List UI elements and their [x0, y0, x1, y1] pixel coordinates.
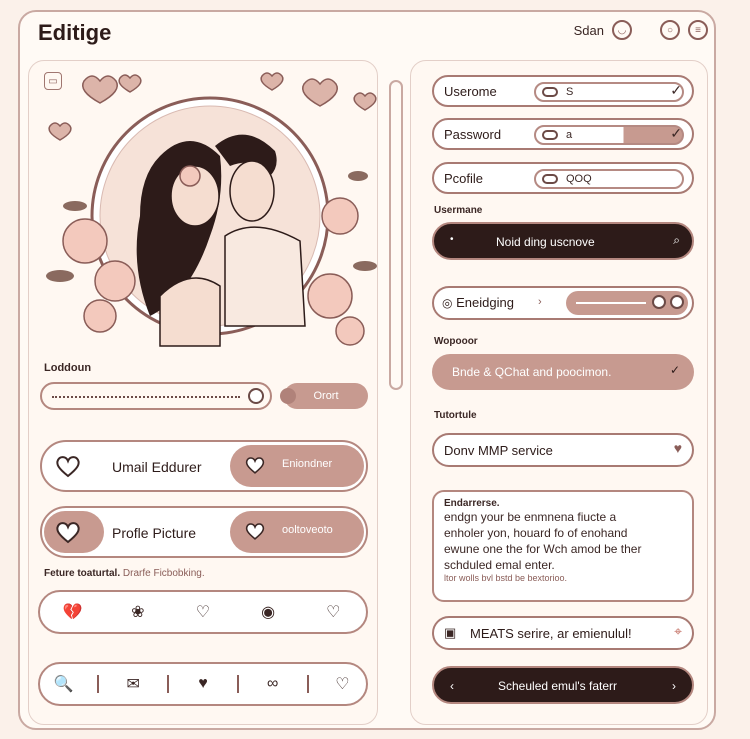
- couple-illustration: [46, 72, 377, 347]
- arrow-right-icon: ›: [672, 679, 676, 693]
- search-pill[interactable]: • Noid ding uscnove ⌕: [432, 222, 694, 260]
- profile-input[interactable]: QOQ: [534, 169, 684, 189]
- toggle-icon: [542, 174, 558, 184]
- service-field[interactable]: Donv MMP service ♥: [432, 433, 694, 467]
- heart-outline-icon[interactable]: ♡: [329, 671, 355, 697]
- link-icon[interactable]: ∞: [260, 671, 286, 697]
- section-tutorial: Tutortule: [434, 410, 477, 421]
- password-field[interactable]: Password a ✓: [432, 118, 694, 150]
- chat-search-icon[interactable]: 🔍: [50, 671, 76, 697]
- eye-icon[interactable]: ◉: [255, 599, 281, 625]
- flower-icon[interactable]: ❀: [125, 599, 151, 625]
- chat-pill[interactable]: Bnde & QChat and poocimon. ✓: [432, 354, 694, 390]
- meats-field[interactable]: ▣ MEATS serire, ar emienulul! ⌖: [432, 616, 694, 650]
- toggle-knob[interactable]: [652, 295, 666, 309]
- email-row[interactable]: Umail Eddurer Eniondner: [40, 440, 368, 492]
- profile-row[interactable]: Profle Picture ooltoveoto: [40, 506, 368, 558]
- titlebar-controls: Sdan ◡ ○ ≡: [574, 20, 708, 40]
- feature-icon-row: 💔 ❀ ♡ ◉ ♡: [38, 590, 368, 634]
- section-usermane: Usermane: [434, 205, 483, 216]
- toggle-row[interactable]: ◎ Eneidging ›: [432, 286, 694, 320]
- password-input[interactable]: a: [534, 125, 684, 145]
- email-row-label: Umail Eddurer: [112, 459, 202, 475]
- toggle-icon: [542, 130, 558, 140]
- heart-icon: [245, 457, 265, 474]
- heart-icon[interactable]: ♥: [190, 671, 216, 697]
- section-label-loddoun: Loddoun: [44, 362, 92, 374]
- heart-icon: [245, 523, 265, 540]
- window-title: Editige: [38, 20, 112, 45]
- toggle-icon: [542, 87, 558, 97]
- hearts-icon[interactable]: ♡: [190, 599, 216, 625]
- target-icon[interactable]: ○: [660, 20, 680, 40]
- check-icon[interactable]: ✓: [670, 363, 680, 377]
- heart-icon: [56, 522, 80, 544]
- heart-outline-icon[interactable]: ♡: [320, 599, 346, 625]
- toggle-switch[interactable]: [566, 291, 688, 315]
- section-wopooor: Wopooor: [434, 336, 478, 347]
- profile-action-button[interactable]: ooltoveoto: [230, 511, 364, 553]
- username-field[interactable]: Userome S ✓: [432, 75, 694, 107]
- sort-button[interactable]: Orort: [280, 383, 368, 409]
- location-pin-icon[interactable]: ⌖: [674, 623, 682, 640]
- heart-icon[interactable]: ♥: [674, 440, 682, 456]
- mail-icon[interactable]: ✉: [120, 671, 146, 697]
- slider-track: [52, 396, 240, 398]
- broken-heart-icon[interactable]: 💔: [60, 599, 86, 625]
- scheduled-email-button[interactable]: ‹ Scheuled emul's faterr ›: [432, 666, 694, 704]
- email-action-button[interactable]: Eniondner: [230, 445, 364, 487]
- check-icon[interactable]: ✓: [670, 125, 682, 142]
- username-input[interactable]: S: [534, 82, 684, 102]
- heart-icon: [56, 456, 80, 478]
- scrollbar[interactable]: [389, 80, 403, 390]
- arrow-left-icon: ‹: [450, 679, 454, 693]
- profile-field[interactable]: Pcofile QOQ: [432, 162, 694, 194]
- toggle-dot: [670, 295, 684, 309]
- profile-row-label: Profle Picture: [112, 525, 197, 541]
- gear-icon: ◎: [442, 296, 453, 310]
- smile-icon[interactable]: ◡: [612, 20, 632, 40]
- user-label: Sdan: [573, 22, 604, 38]
- slider-knob[interactable]: [248, 388, 264, 404]
- check-icon[interactable]: ✓: [670, 82, 682, 99]
- range-slider[interactable]: [40, 382, 272, 410]
- feature-label: Feture toaturtal. Drarfe Ficbobking.: [44, 568, 205, 579]
- sort-dot-icon: [280, 388, 296, 404]
- box-icon: ▣: [444, 625, 457, 640]
- search-icon[interactable]: ⌕: [673, 233, 680, 248]
- description-textbox[interactable]: Endarrerse. endgn your be enmnena fiucte…: [432, 490, 694, 602]
- menu-icon[interactable]: ≡: [688, 20, 708, 40]
- arrow-icon: ›: [538, 296, 542, 308]
- toolbar-icon-row: 🔍 ✉ ♥ ∞ ♡: [38, 662, 368, 706]
